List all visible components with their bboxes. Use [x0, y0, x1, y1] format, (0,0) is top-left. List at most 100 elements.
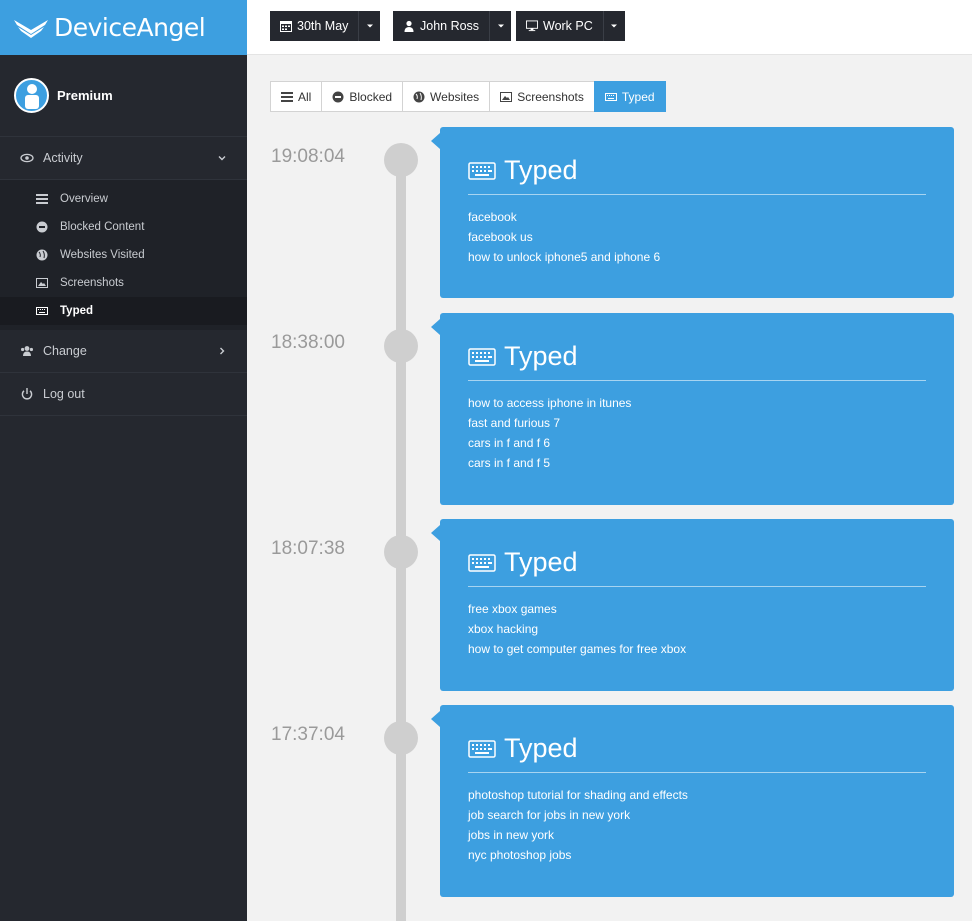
power-icon: [20, 387, 34, 401]
user-icon: [403, 20, 415, 32]
filter-tab-screenshots[interactable]: Screenshots: [489, 81, 595, 112]
timeline-dot: [384, 535, 418, 569]
device-dropdown-main[interactable]: Work PC: [516, 11, 603, 41]
nav-logout-label: Log out: [43, 387, 85, 401]
card-title: Typed: [504, 341, 578, 371]
keyboard-icon: [468, 739, 496, 758]
device-name: Work PC: [543, 19, 593, 33]
entry-time: 19:08:04: [271, 146, 345, 167]
nav-change[interactable]: Change: [0, 330, 247, 373]
keyboard-icon: [468, 347, 496, 366]
timeline-dot: [384, 721, 418, 755]
typed-card: Typed free xbox games xbox hacking how t…: [431, 519, 954, 691]
sidebar-item-overview[interactable]: Overview: [0, 185, 247, 213]
list-icon: [36, 193, 48, 205]
brand-name: DeviceAngel: [54, 13, 206, 42]
sidebar-item-screenshots[interactable]: Screenshots: [0, 269, 247, 297]
entry-time: 18:07:38: [271, 538, 345, 559]
caret-down-icon[interactable]: [358, 11, 380, 41]
user-name: John Ross: [420, 19, 480, 33]
typed-text: facebook: [468, 210, 517, 224]
sidebar-item-label: Screenshots: [60, 277, 124, 289]
typed-text: cars in f and f 5: [468, 456, 551, 470]
entry-time: 18:38:00: [271, 332, 345, 353]
card-header: Typed: [468, 341, 926, 381]
date-dropdown-main[interactable]: 30th May: [270, 11, 358, 41]
typed-text: photoshop tutorial for shading and effec…: [468, 788, 688, 802]
card-header: Typed: [468, 547, 926, 587]
typed-text: cars in f and f 6: [468, 436, 551, 450]
globe-icon: [36, 249, 48, 261]
typed-card: Typed how to access iphone in itunes fas…: [431, 313, 954, 505]
card-title: Typed: [504, 547, 578, 577]
user-dropdown[interactable]: John Ross: [393, 11, 512, 41]
minus-circle-icon: [36, 221, 48, 233]
filter-tab-all[interactable]: All: [270, 81, 323, 112]
caret-down-icon[interactable]: [489, 11, 511, 41]
card-title: Typed: [504, 733, 578, 763]
sidebar-item-blocked-content[interactable]: Blocked Content: [0, 213, 247, 241]
sidebar-item-label: Websites Visited: [60, 249, 145, 261]
filter-tab-websites[interactable]: Websites: [402, 81, 491, 112]
typed-text: facebook us: [468, 230, 533, 244]
monitor-icon: [526, 20, 538, 32]
keyboard-icon: [604, 91, 617, 103]
nav-change-label: Change: [43, 344, 87, 358]
sidebar-item-label: Blocked Content: [60, 221, 145, 233]
filter-tab-typed[interactable]: Typed: [593, 81, 666, 112]
avatar: [14, 78, 49, 113]
list-icon: [281, 91, 293, 103]
timeline-dot: [384, 329, 418, 363]
sidebar-item-websites-visited[interactable]: Websites Visited: [0, 241, 247, 269]
filter-tab-label: Screenshots: [517, 89, 584, 104]
topbar: 30th May John Ross Work PC: [247, 0, 972, 55]
keyboard-icon: [36, 305, 48, 317]
filter-tabs: All Blocked Websites Screenshots Typed: [270, 81, 666, 112]
keyboard-icon: [468, 161, 496, 180]
user-panel: Premium: [0, 55, 247, 137]
card-header: Typed: [468, 733, 926, 773]
card-lines: how to access iphone in itunes fast and …: [468, 381, 926, 473]
timeline-dot: [384, 143, 418, 177]
nav-activity-label: Activity: [43, 151, 83, 165]
chevron-right-icon: [217, 346, 227, 356]
minus-circle-icon: [332, 91, 344, 103]
filter-tab-label: Websites: [430, 89, 480, 104]
card-lines: photoshop tutorial for shading and effec…: [468, 773, 926, 865]
typed-text: fast and furious 7: [468, 416, 561, 430]
typed-text: how to unlock iphone5 and iphone 6: [468, 250, 661, 264]
activity-subnav: Overview Blocked Content Websites Visite…: [0, 180, 247, 330]
calendar-icon: [280, 20, 292, 32]
date-label: 30th May: [297, 19, 349, 33]
brand-header[interactable]: DeviceAngel: [0, 0, 247, 55]
sidebar-item-label: Typed: [60, 305, 94, 317]
sidebar-item-typed[interactable]: Typed: [0, 297, 247, 325]
nav-activity[interactable]: Activity: [0, 137, 247, 180]
typed-text: job search for jobs in new york: [468, 808, 631, 822]
users-icon: [20, 344, 34, 358]
typed-text: free xbox games: [468, 602, 557, 616]
date-dropdown[interactable]: 30th May: [270, 11, 381, 41]
device-dropdown[interactable]: Work PC: [516, 11, 625, 41]
typed-card: Typed photoshop tutorial for shading and…: [431, 705, 954, 897]
card-lines: facebook facebook us how to unlock iphon…: [468, 195, 926, 267]
sidebar: DeviceAngel Premium Activity Overview Bl…: [0, 0, 247, 921]
filter-tab-label: Typed: [621, 89, 655, 104]
typed-text: how to access iphone in itunes: [468, 396, 632, 410]
nav-logout[interactable]: Log out: [0, 373, 247, 416]
image-icon: [500, 91, 513, 103]
typed-card: Typed facebook facebook us how to unlock…: [431, 127, 954, 298]
filter-tab-label: All: [298, 89, 312, 104]
keyboard-icon: [468, 553, 496, 572]
filter-tab-blocked[interactable]: Blocked: [321, 81, 404, 112]
wings-logo-icon: [14, 19, 48, 38]
chevron-down-icon: [217, 153, 227, 163]
caret-down-icon[interactable]: [602, 11, 625, 41]
typed-text: xbox hacking: [468, 622, 539, 636]
typed-text: jobs in new york: [468, 828, 555, 842]
card-lines: free xbox games xbox hacking how to get …: [468, 587, 926, 659]
filter-tab-label: Blocked: [349, 89, 393, 104]
eye-icon: [20, 151, 34, 165]
user-dropdown-main[interactable]: John Ross: [393, 11, 489, 41]
card-header: Typed: [468, 155, 926, 195]
